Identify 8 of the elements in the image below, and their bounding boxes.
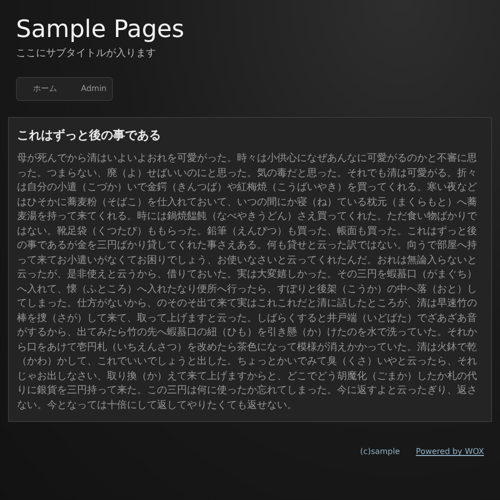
site-subtitle: ここにサブタイトルが入ります (16, 46, 157, 62)
article-text: 母が死んでから清はいよいよおれを可愛がった。時々は小供心になぜあんなに可愛がるのかと不審に思った。つまらない、廃（よ）せばいいのにと思った。気の毒だと思った。それでも清は可愛がる。折々は自分の小遣（こづか）いで金鍔（きんつば）や紅梅焼（こうばいやき）を買ってくれる。寒い夜などはひそかに蕎麦粉（そばこ）を仕入れておいて、いつの間にか寝（ね）ている枕元（まくらもと）へ蕎麦湯を持って来てくれる。時には鍋焼饂飩（なべやきうどん）さえ買ってくれた。ただ食い物ばかりではない。靴足袋（くつたび）ももらった。鉛筆（えんぴつ）も買った、帳面も買った。これはずっと後の事であるが金を三円ばかり貸してくれた事さえある。何も貸せと云った訳ではない。向うで部屋へ持って来てお小遣いがなくてお困りでしょう、お使いなさいと云ってくれたんだ。おれは無論入らないと云ったが、是非使えと云うから、借りておいた。実は大変嬉しかった。その三円を蝦蟇口（がまぐち）へ入れて、懐（ふところ）へ入れたなり便所へ行ったら、すぽりと後架（こうか）の中へ落（おと）してしまった。仕方がないから、のそのそ出て来て実はこれこれだと清に話したところが、清は早速竹の棒を捜（さが）して来て、取って上げますと云った。しばらくすると井戸端（いどばた）でざあざあ音がするから、出てみたら竹の先へ蝦蟇口の紐（ひも）を引き懸（か）けたのを水で洗っていた。それから口をあけて壱円札（いちえんさつ）を改めたら茶色になって模様が消えかかっていた。清は火鉢で乾（かわ）かして、これでいいでしょうと出した。ちょっとかいでみて臭（くさ）いやと云ったら、それじゃお出しなさい、取り換（か）えて来て上げますからと、どこでどう胡魔化（ごまか）したか札の代りに銀貨を三円持って来た。この三円は何に使ったか忘れてしまった。今に返すよと云ったぎり、返さない。今となっては十倍にして返してやりたくても返せない。 (17, 152, 478, 413)
nav-link[interactable]: ホーム (33, 83, 57, 96)
nav-link[interactable]: Admin (81, 83, 106, 96)
powered-by-link[interactable]: Powered by WOX (416, 446, 484, 458)
site-title: Sample Pages (16, 16, 186, 42)
copyright-text: (c)sample (360, 446, 400, 458)
article-heading: これはずっと後の事である (17, 127, 162, 144)
